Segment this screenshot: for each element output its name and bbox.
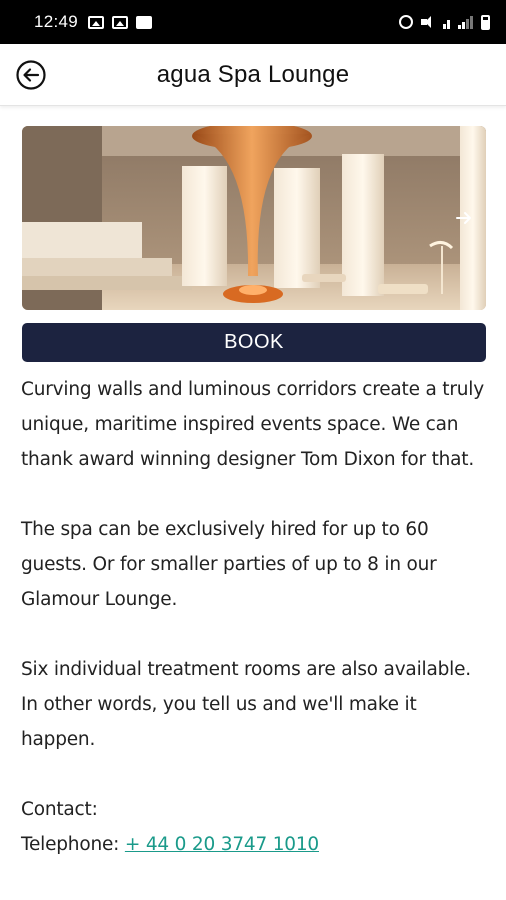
chevron-right-icon xyxy=(456,212,471,224)
app-bar: agua Spa Lounge xyxy=(0,44,506,106)
signal-icon xyxy=(458,15,473,29)
description-paragraph-3: Six individual treatment rooms are also … xyxy=(21,659,471,750)
mute-icon xyxy=(421,16,435,28)
battery-icon xyxy=(481,14,490,30)
telephone-label: Telephone: xyxy=(21,834,120,855)
gallery-icon xyxy=(112,15,129,29)
notification-icons xyxy=(88,15,153,29)
carousel-next-button[interactable] xyxy=(452,206,476,230)
contact-label: Contact: xyxy=(21,799,98,820)
book-button[interactable]: BOOK xyxy=(22,323,486,362)
description-paragraph-2: The spa can be exclusively hired for up … xyxy=(21,519,437,610)
description-content: Curving walls and luminous corridors cre… xyxy=(21,372,491,862)
message-icon xyxy=(136,15,153,29)
description-paragraph-1: Curving walls and luminous corridors cre… xyxy=(21,379,484,470)
image-icon xyxy=(88,15,105,29)
alarm-icon xyxy=(399,15,413,29)
contact-block: Contact: Telephone: + 44 0 20 3747 1010 xyxy=(21,792,491,862)
telephone-link[interactable]: + 44 0 20 3747 1010 xyxy=(125,834,319,855)
status-time: 12:49 xyxy=(34,12,79,31)
status-bar: 12:49 xyxy=(0,0,506,44)
page-title: agua Spa Lounge xyxy=(156,61,350,88)
data-4g-icon xyxy=(443,15,450,29)
hero-image-carousel[interactable] xyxy=(22,126,486,310)
system-icons xyxy=(399,14,490,30)
spa-lounge-photo xyxy=(22,126,486,310)
